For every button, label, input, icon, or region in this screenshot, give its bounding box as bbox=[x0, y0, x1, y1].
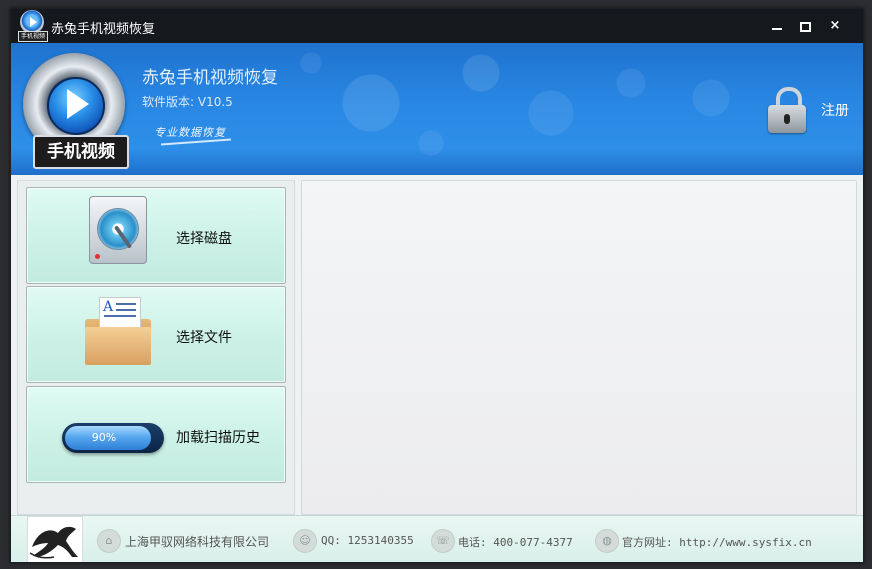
title-bar[interactable]: 手机视频 赤兔手机视频恢复 × bbox=[11, 9, 863, 43]
qq-icon: ☺ bbox=[293, 529, 317, 553]
minimize-icon bbox=[772, 28, 782, 30]
register-link[interactable]: 注册 bbox=[821, 100, 849, 120]
app-window: 手机视频 赤兔手机视频恢复 × 手机视频 赤兔手机视频恢复 软件版本: V10.… bbox=[10, 8, 864, 563]
select-file-label: 选择文件 bbox=[176, 330, 232, 346]
disk-led bbox=[95, 254, 100, 259]
footer-bar: ⌂ 上海甲驭网络科技有限公司 ☺ QQ: 1253140355 ☏ 电话: 40… bbox=[11, 515, 863, 562]
play-icon bbox=[67, 89, 89, 119]
maximize-button[interactable] bbox=[794, 15, 816, 37]
window-title: 赤兔手机视频恢复 bbox=[51, 22, 156, 37]
app-icon: 手机视频 bbox=[17, 9, 48, 42]
progress-bar-icon: 90% bbox=[62, 423, 164, 453]
hard-disk-icon bbox=[89, 196, 147, 268]
app-logo: 手机视频 bbox=[23, 53, 133, 169]
lock-icon[interactable] bbox=[768, 87, 808, 135]
document-line bbox=[104, 315, 136, 317]
select-disk-button[interactable]: 选择磁盘 bbox=[26, 187, 286, 284]
globe-icon: ◍ bbox=[595, 529, 619, 553]
select-file-button[interactable]: A 选择文件 bbox=[26, 286, 286, 383]
website-link[interactable]: 官方网址: http://www.sysfix.cn bbox=[622, 534, 812, 550]
action-panel: 选择磁盘 A 选择文件 90% 加载扫描历史 bbox=[17, 180, 295, 515]
load-scan-history-label: 加载扫描历史 bbox=[176, 430, 260, 446]
slogan: 专业数据恢复 bbox=[154, 126, 226, 139]
folder-front bbox=[85, 327, 151, 365]
app-icon-tag: 手机视频 bbox=[18, 31, 48, 42]
document-line bbox=[116, 303, 136, 305]
header-banner: 手机视频 赤兔手机视频恢复 软件版本: V10.5 专业数据恢复 注册 bbox=[11, 43, 863, 175]
load-scan-history-button[interactable]: 90% 加载扫描历史 bbox=[26, 386, 286, 483]
minimize-button[interactable] bbox=[766, 15, 788, 37]
document-letter-icon: A bbox=[103, 299, 114, 315]
app-name: 赤兔手机视频恢复 bbox=[142, 68, 278, 88]
app-version: 软件版本: V10.5 bbox=[142, 95, 233, 109]
folder-document-icon: A bbox=[85, 297, 155, 365]
maximize-icon bbox=[800, 22, 811, 32]
result-panel bbox=[301, 180, 857, 515]
lock-keyhole bbox=[784, 114, 790, 124]
company-icon: ⌂ bbox=[97, 529, 121, 553]
main-content: 选择磁盘 A 选择文件 90% 加载扫描历史 bbox=[11, 175, 863, 515]
document-line bbox=[116, 309, 136, 311]
horse-logo-icon bbox=[27, 516, 83, 562]
company-name: 上海甲驭网络科技有限公司 bbox=[125, 535, 270, 549]
logo-label: 手机视频 bbox=[33, 135, 129, 169]
qq-number: QQ: 1253140355 bbox=[321, 534, 414, 547]
phone-number: 电话: 400-077-4377 bbox=[458, 536, 573, 549]
progress-text: 90% bbox=[91, 431, 117, 444]
close-button[interactable]: × bbox=[824, 15, 846, 37]
select-disk-label: 选择磁盘 bbox=[176, 231, 232, 247]
phone-icon: ☏ bbox=[431, 529, 455, 553]
